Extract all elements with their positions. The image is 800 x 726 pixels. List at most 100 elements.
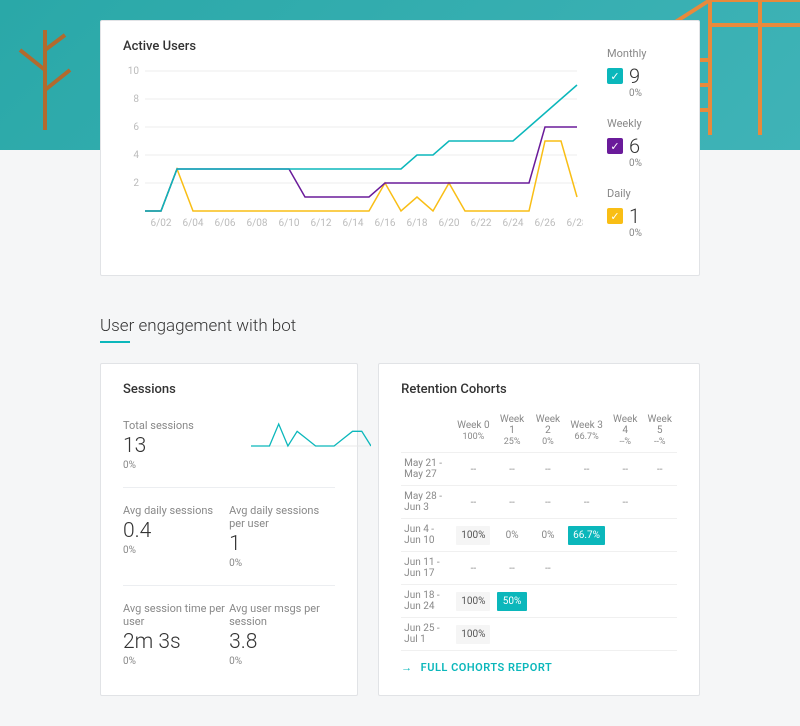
metric-pct: 0% bbox=[229, 656, 335, 667]
svg-text:6/12: 6/12 bbox=[311, 218, 332, 229]
svg-text:6/06: 6/06 bbox=[215, 218, 236, 229]
svg-text:6/24: 6/24 bbox=[503, 218, 524, 229]
retention-cell: -- bbox=[608, 453, 642, 486]
retention-range: May 28 - Jun 3 bbox=[401, 486, 453, 519]
metric-avg-user-msgs: Avg user msgs per session 3.8 0% bbox=[229, 592, 335, 677]
retention-table: Week 0100%Week 125%Week 20%Week 366.7%We… bbox=[401, 409, 677, 651]
active-users-chart: Active Users 2468106/026/046/066/086/106… bbox=[123, 39, 583, 257]
retention-cell: -- bbox=[531, 453, 565, 486]
active-users-card: Active Users 2468106/026/046/066/086/106… bbox=[100, 20, 700, 276]
metric-label: Avg user msgs per session bbox=[229, 602, 335, 628]
retention-cell bbox=[642, 585, 677, 618]
retention-header: Week 125% bbox=[493, 409, 530, 453]
svg-text:6/02: 6/02 bbox=[151, 218, 172, 229]
active-users-svg: 2468106/026/046/066/086/106/126/146/166/… bbox=[123, 66, 583, 231]
retention-cell: -- bbox=[565, 486, 608, 519]
retention-cell: 50% bbox=[493, 585, 530, 618]
svg-text:6/20: 6/20 bbox=[439, 218, 460, 229]
svg-text:6/10: 6/10 bbox=[279, 218, 300, 229]
retention-cell bbox=[642, 519, 677, 552]
retention-range: Jun 11 - Jun 17 bbox=[401, 552, 453, 585]
metric-pct: 0% bbox=[123, 656, 229, 667]
legend-pct: 0% bbox=[629, 88, 677, 99]
metric-avg-daily-sessions: Avg daily sessions 0.4 0% bbox=[123, 494, 229, 579]
legend-pct: 0% bbox=[629, 158, 677, 169]
retention-header: Week 20% bbox=[531, 409, 565, 453]
retention-cell: 100% bbox=[453, 519, 493, 552]
sessions-title: Sessions bbox=[123, 382, 335, 397]
svg-text:6/28: 6/28 bbox=[567, 218, 584, 229]
retention-cell: -- bbox=[608, 486, 642, 519]
legend-item-daily: Daily ✓ 1 0% bbox=[607, 187, 677, 239]
svg-text:6/14: 6/14 bbox=[343, 218, 364, 229]
metric-pct: 0% bbox=[229, 558, 335, 569]
metric-value: 1 bbox=[229, 532, 335, 556]
retention-cell bbox=[531, 585, 565, 618]
metric-label: Avg daily sessions per user bbox=[229, 504, 335, 530]
retention-header: Week 4--% bbox=[608, 409, 642, 453]
legend-value: 1 bbox=[629, 204, 640, 228]
legend-checkbox[interactable]: ✓ bbox=[607, 208, 623, 224]
retention-cell: 100% bbox=[453, 618, 493, 651]
retention-row: Jun 18 - Jun 24100%50% bbox=[401, 585, 677, 618]
sessions-metrics: Total sessions 13 0% Avg daily sessions … bbox=[123, 409, 335, 677]
sessions-sparkline bbox=[251, 420, 371, 448]
retention-cell: 100% bbox=[453, 585, 493, 618]
retention-range: Jun 4 - Jun 10 bbox=[401, 519, 453, 552]
svg-text:6/04: 6/04 bbox=[183, 218, 204, 229]
arrow-right-icon: → bbox=[401, 661, 413, 674]
retention-row: Jun 25 - Jul 1100% bbox=[401, 618, 677, 651]
retention-cell bbox=[608, 519, 642, 552]
retention-header bbox=[401, 409, 453, 453]
svg-text:6/26: 6/26 bbox=[535, 218, 556, 229]
retention-cell: 66.7% bbox=[565, 519, 608, 552]
retention-cell bbox=[608, 618, 642, 651]
legend-label: Monthly bbox=[607, 47, 677, 60]
legend-checkbox[interactable]: ✓ bbox=[607, 68, 623, 84]
retention-cell: 0% bbox=[493, 519, 530, 552]
retention-cell bbox=[608, 552, 642, 585]
retention-header: Week 0100% bbox=[453, 409, 493, 453]
retention-header: Week 366.7% bbox=[565, 409, 608, 453]
legend-value: 6 bbox=[629, 134, 640, 158]
retention-range: May 21 - May 27 bbox=[401, 453, 453, 486]
retention-cell: -- bbox=[453, 552, 493, 585]
full-cohorts-label: FULL COHORTS REPORT bbox=[421, 661, 553, 674]
svg-text:4: 4 bbox=[133, 150, 139, 161]
metric-pct: 0% bbox=[123, 545, 229, 556]
svg-text:6: 6 bbox=[133, 122, 139, 133]
legend-item-monthly: Monthly ✓ 9 0% bbox=[607, 47, 677, 99]
retention-row: Jun 11 - Jun 17------ bbox=[401, 552, 677, 585]
metric-value: 2m 3s bbox=[123, 630, 229, 654]
svg-text:2: 2 bbox=[133, 178, 139, 189]
retention-cell: -- bbox=[531, 552, 565, 585]
retention-cell: -- bbox=[531, 486, 565, 519]
retention-cell bbox=[565, 618, 608, 651]
section-underline bbox=[100, 341, 130, 343]
retention-cell: -- bbox=[493, 486, 530, 519]
active-users-legend: Monthly ✓ 9 0% Weekly ✓ 6 0% Daily ✓ 1 0… bbox=[607, 39, 677, 257]
legend-pct: 0% bbox=[629, 228, 677, 239]
svg-text:10: 10 bbox=[128, 66, 140, 77]
retention-cell bbox=[642, 486, 677, 519]
retention-cell: -- bbox=[453, 486, 493, 519]
retention-range: Jun 18 - Jun 24 bbox=[401, 585, 453, 618]
metric-pct: 0% bbox=[123, 460, 335, 471]
svg-text:6/16: 6/16 bbox=[375, 218, 396, 229]
retention-cell: -- bbox=[642, 453, 677, 486]
legend-checkbox[interactable]: ✓ bbox=[607, 138, 623, 154]
metric-value: 0.4 bbox=[123, 519, 229, 543]
retention-cell bbox=[642, 618, 677, 651]
retention-row: Jun 4 - Jun 10100%0%0%66.7% bbox=[401, 519, 677, 552]
retention-cell bbox=[565, 552, 608, 585]
metric-label: Avg session time per user bbox=[123, 602, 229, 628]
metric-value: 3.8 bbox=[229, 630, 335, 654]
retention-cell: 0% bbox=[531, 519, 565, 552]
legend-label: Daily bbox=[607, 187, 677, 200]
svg-text:8: 8 bbox=[133, 94, 139, 105]
legend-item-weekly: Weekly ✓ 6 0% bbox=[607, 117, 677, 169]
metric-avg-daily-sessions-per-user: Avg daily sessions per user 1 0% bbox=[229, 494, 335, 579]
full-cohorts-link[interactable]: → FULL COHORTS REPORT bbox=[401, 661, 677, 674]
retention-cell bbox=[642, 552, 677, 585]
retention-range: Jun 25 - Jul 1 bbox=[401, 618, 453, 651]
